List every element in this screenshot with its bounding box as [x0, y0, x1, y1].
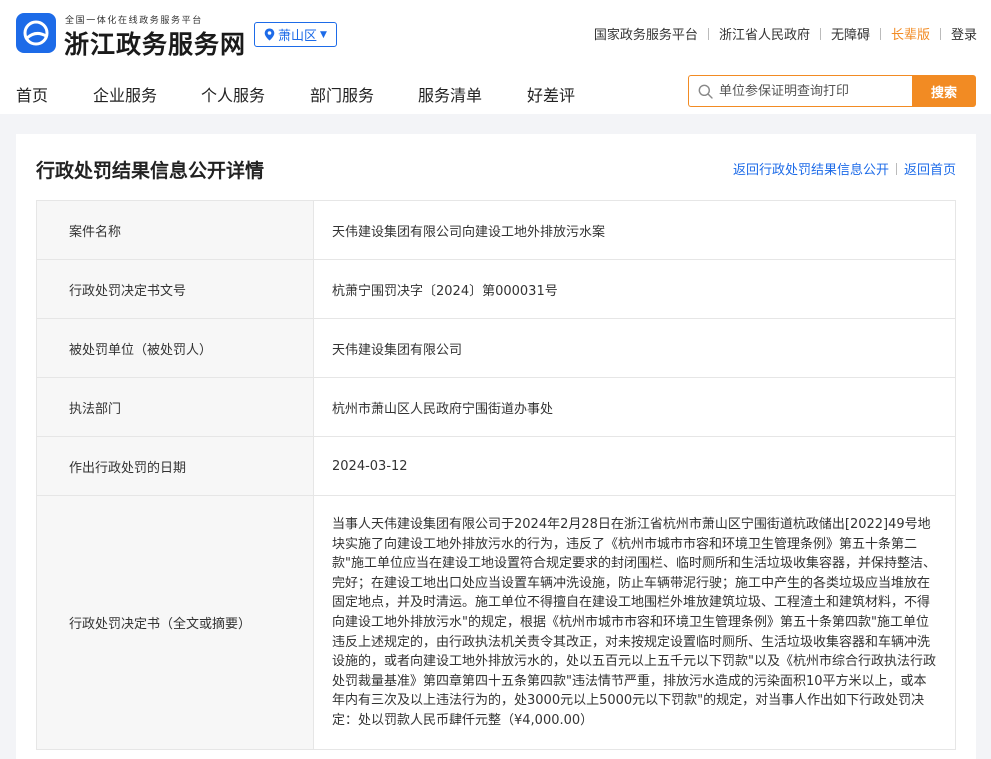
nav-personal-services[interactable]: 个人服务: [201, 82, 265, 106]
table-row: 执法部门 杭州市萧山区人民政府宁围街道办事处: [36, 377, 956, 437]
location-pin-icon: [264, 28, 275, 41]
search-field[interactable]: [688, 75, 912, 107]
region-selector[interactable]: 萧山区 ▼: [254, 22, 337, 47]
back-to-home-link[interactable]: 返回首页: [904, 159, 956, 178]
link-elder-version[interactable]: 长辈版: [881, 24, 940, 43]
chevron-down-icon: ▼: [320, 29, 327, 40]
search-button[interactable]: 搜索: [912, 75, 976, 107]
nav-evaluation[interactable]: 好差评: [527, 82, 575, 106]
link-national-platform[interactable]: 国家政务服务平台: [584, 24, 708, 43]
table-row: 行政处罚决定书文号 杭萧宁围罚决字〔2024〕第000031号: [36, 259, 956, 319]
top-header: 全国一体化在线政务服务平台 浙江政务服务网 萧山区 ▼ 国家政务服务平台 浙江省…: [0, 0, 991, 66]
row-label: 作出行政处罚的日期: [36, 436, 314, 496]
nav-department-services[interactable]: 部门服务: [310, 82, 374, 106]
nav-enterprise-services[interactable]: 企业服务: [93, 82, 157, 106]
detail-panel: 行政处罚结果信息公开详情 返回行政处罚结果信息公开 返回首页 案件名称 天伟建设…: [16, 134, 976, 759]
panel-links: 返回行政处罚结果信息公开 返回首页: [733, 159, 956, 178]
row-label: 被处罚单位（被处罚人）: [36, 318, 314, 378]
row-label: 行政处罚决定书文号: [36, 259, 314, 319]
search-icon: [698, 84, 713, 99]
logo-swirl-icon: [23, 20, 49, 46]
row-value: 杭州市萧山区人民政府宁围街道办事处: [313, 377, 956, 437]
nav-service-list[interactable]: 服务清单: [418, 82, 482, 106]
top-links: 国家政务服务平台 浙江省人民政府 无障碍 长辈版 登录: [584, 24, 977, 43]
penalty-decision-text: 当事人天伟建设集团有限公司于2024年2月28日在浙江省杭州市萧山区宁围街道杭政…: [313, 495, 956, 750]
nav-home[interactable]: 首页: [16, 82, 48, 106]
row-label: 执法部门: [36, 377, 314, 437]
search-input[interactable]: [719, 83, 899, 99]
table-row: 被处罚单位（被处罚人） 天伟建设集团有限公司: [36, 318, 956, 378]
table-row: 案件名称 天伟建设集团有限公司向建设工地外排放污水案: [36, 200, 956, 260]
table-row: 行政处罚决定书（全文或摘要） 当事人天伟建设集团有限公司于2024年2月28日在…: [36, 495, 956, 750]
row-value: 天伟建设集团有限公司向建设工地外排放污水案: [313, 200, 956, 260]
link-provincial-government[interactable]: 浙江省人民政府: [709, 24, 820, 43]
page-title: 行政处罚结果信息公开详情: [36, 160, 265, 182]
row-label: 案件名称: [36, 200, 314, 260]
site-title[interactable]: 浙江政务服务网: [64, 25, 246, 61]
login-link[interactable]: 登录: [941, 24, 977, 43]
row-value: 杭萧宁围罚决字〔2024〕第000031号: [313, 259, 956, 319]
divider: [895, 162, 897, 175]
back-to-list-link[interactable]: 返回行政处罚结果信息公开: [733, 159, 889, 178]
row-value: 2024-03-12: [313, 436, 956, 496]
link-accessibility[interactable]: 无障碍: [821, 24, 880, 43]
region-label: 萧山区: [278, 29, 318, 44]
row-label: 行政处罚决定书（全文或摘要）: [36, 495, 314, 750]
row-value: 天伟建设集团有限公司: [313, 318, 956, 378]
detail-table: 案件名称 天伟建设集团有限公司向建设工地外排放污水案 行政处罚决定书文号 杭萧宁…: [36, 200, 956, 750]
site-logo-icon[interactable]: [16, 13, 56, 53]
table-row: 作出行政处罚的日期 2024-03-12: [36, 436, 956, 496]
